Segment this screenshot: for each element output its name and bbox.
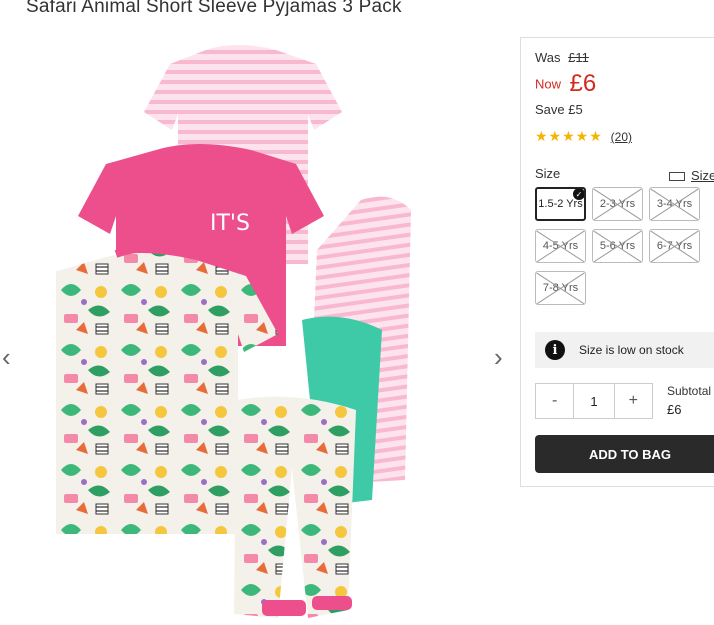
was-price-line: Was £11 bbox=[535, 50, 589, 65]
low-stock-text: Size is low on stock bbox=[579, 343, 684, 357]
quantity-stepper: - 1 + bbox=[535, 383, 653, 419]
size-option[interactable]: 1.5-2 Yrs ✓ bbox=[535, 187, 586, 221]
now-label: Now bbox=[535, 76, 562, 92]
size-guide-label: Size bbox=[691, 168, 714, 183]
size-option[interactable]: 7-8 Yrs bbox=[535, 271, 586, 305]
purchase-panel: Was £11 Now £6 Save £5 ★★★★★ (20) Size S… bbox=[520, 37, 714, 487]
size-option-label: 6-7 Yrs bbox=[656, 240, 693, 252]
rating: ★★★★★ (20) bbox=[535, 128, 632, 145]
svg-text:IT'S: IT'S bbox=[210, 211, 250, 236]
low-stock-notice: i Size is low on stock bbox=[535, 332, 714, 368]
ruler-icon bbox=[669, 172, 685, 182]
quantity-input[interactable]: 1 bbox=[573, 384, 615, 418]
size-option[interactable]: 5-6 Yrs bbox=[592, 229, 643, 263]
subtotal-value: £6 bbox=[667, 402, 682, 417]
size-option-label: 3-4 Yrs bbox=[656, 198, 693, 210]
size-option[interactable]: 4-5 Yrs bbox=[535, 229, 586, 263]
was-label: Was bbox=[535, 50, 561, 65]
size-option[interactable]: 6-7 Yrs bbox=[649, 229, 700, 263]
size-label: Size bbox=[535, 166, 561, 181]
next-image-icon[interactable]: › bbox=[494, 344, 503, 370]
previous-image-icon[interactable]: ‹ bbox=[2, 344, 11, 370]
subtotal-label: Subtotal bbox=[667, 384, 712, 398]
size-guide-link[interactable]: Size bbox=[669, 168, 714, 183]
product-image: IT'S bbox=[56, 45, 411, 618]
save-line: Save £5 bbox=[535, 102, 583, 117]
size-option-label: 1.5-2 Yrs bbox=[538, 198, 583, 210]
was-price: £11 bbox=[568, 50, 589, 65]
star-rating-icon: ★★★★★ bbox=[535, 128, 603, 144]
size-option-label: 4-5 Yrs bbox=[542, 240, 579, 252]
info-icon: i bbox=[545, 340, 565, 360]
increase-quantity-button[interactable]: + bbox=[615, 384, 652, 418]
now-price-line: Now £6 bbox=[535, 70, 596, 98]
save-amount: £5 bbox=[568, 102, 583, 117]
review-count-link[interactable]: (20) bbox=[611, 130, 632, 144]
size-option-label: 5-6 Yrs bbox=[599, 240, 636, 252]
size-option-label: 7-8 Yrs bbox=[542, 282, 579, 294]
save-label: Save bbox=[535, 102, 565, 117]
add-to-bag-button[interactable]: ADD TO BAG bbox=[535, 435, 714, 473]
now-price: £6 bbox=[569, 70, 597, 97]
size-option[interactable]: 2-3 Yrs bbox=[592, 187, 643, 221]
check-icon: ✓ bbox=[573, 189, 584, 200]
decrease-quantity-button[interactable]: - bbox=[536, 384, 573, 418]
size-option[interactable]: 3-4 Yrs bbox=[649, 187, 700, 221]
product-title: Safari Animal Short Sleeve Pyjamas 3 Pac… bbox=[26, 0, 402, 17]
size-option-label: 2-3 Yrs bbox=[599, 198, 636, 210]
